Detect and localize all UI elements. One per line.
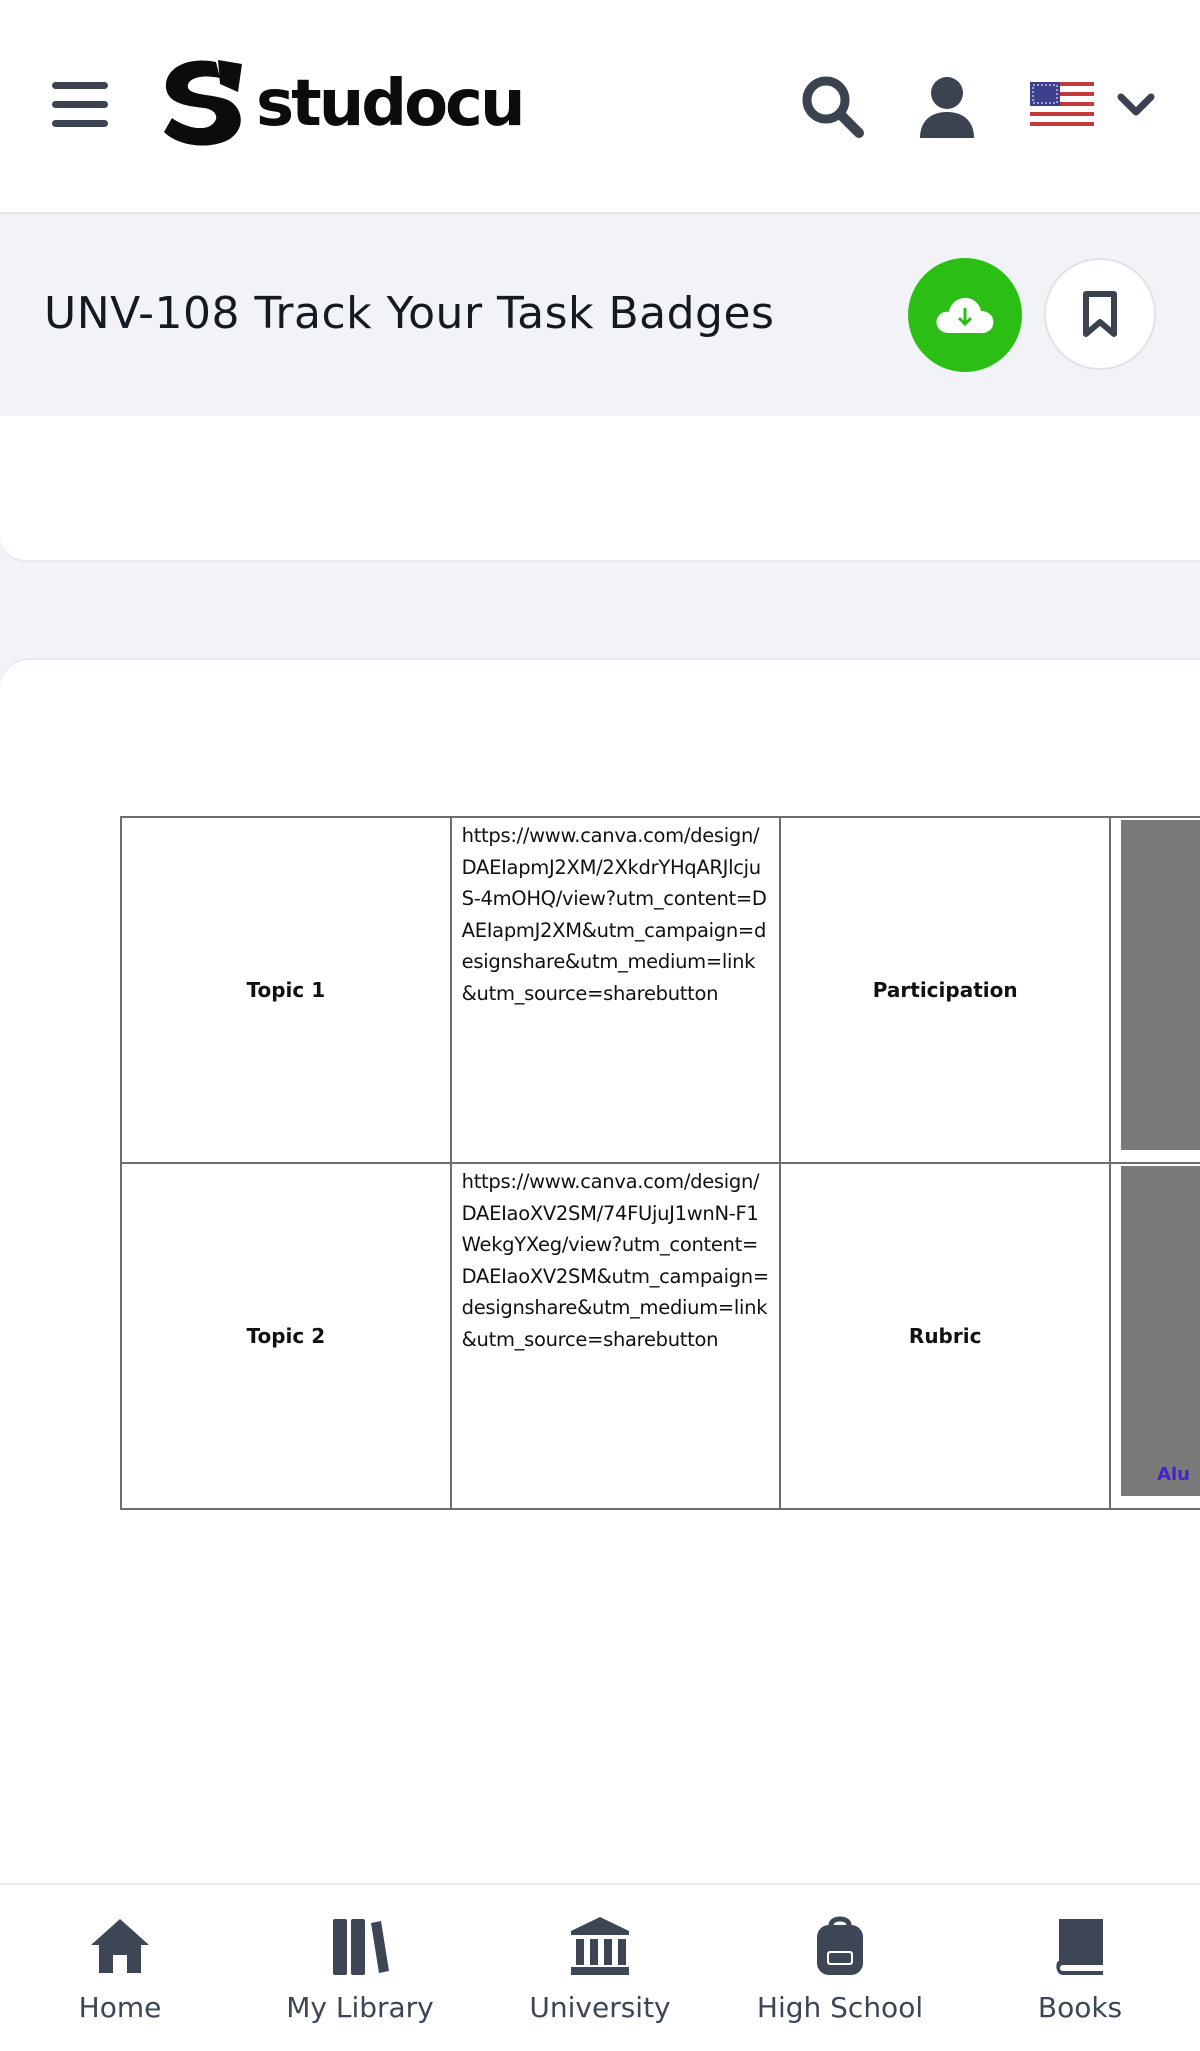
cloud-download-icon	[936, 297, 994, 333]
canva-link-cell[interactable]: https://www.canva.com/design/DAEIapmJ2XM…	[449, 816, 782, 1164]
user-icon[interactable]	[918, 76, 976, 138]
home-icon	[91, 1919, 149, 1973]
nav-home-label: Home	[78, 1991, 162, 2024]
document-title: UNV-108 Track Your Task Badges	[44, 288, 775, 339]
download-button[interactable]	[908, 258, 1022, 372]
badge-thumbnail: 3	[1121, 820, 1200, 1150]
nav-university[interactable]: University	[500, 1915, 700, 2024]
document-table: Topic 1 https://www.canva.com/design/DAE…	[120, 816, 1200, 1510]
canva-link-cell[interactable]: https://www.canva.com/design/DAEIaoXV2SM…	[449, 1162, 782, 1510]
studocu-logo-mark-icon	[164, 60, 242, 146]
table-row: Topic 1 https://www.canva.com/design/DAE…	[120, 816, 1200, 1164]
logo-text: studocu	[256, 67, 526, 141]
nav-my-library-label: My Library	[286, 1991, 434, 2024]
hamburger-menu-icon[interactable]	[52, 82, 108, 128]
bookmark-button[interactable]	[1044, 258, 1156, 370]
top-navigation-bar: studocu	[0, 0, 1200, 214]
nav-my-library[interactable]: My Library	[260, 1915, 460, 2024]
document-toolbar-panel	[0, 416, 1200, 562]
us-flag-icon[interactable]	[1030, 82, 1094, 130]
nav-books-label: Books	[1037, 1991, 1123, 2024]
badge-thumbnail-cell: 3	[1109, 816, 1200, 1164]
type-cell: Participation	[779, 816, 1112, 1164]
backpack-icon	[817, 1916, 863, 1975]
thumbnail-fragment-text: Alu	[1157, 1464, 1190, 1485]
nav-high-school-label: High School	[756, 1991, 924, 2024]
search-icon[interactable]	[800, 74, 864, 138]
type-cell: Rubric	[779, 1162, 1112, 1510]
library-icon	[333, 1919, 389, 1975]
nav-books[interactable]: Books	[980, 1915, 1180, 2024]
table-row: Topic 2 https://www.canva.com/design/DAE…	[120, 1162, 1200, 1510]
badge-thumbnail: Alu	[1121, 1166, 1200, 1496]
badge-thumbnail-cell: Alu	[1109, 1162, 1200, 1510]
nav-home[interactable]: Home	[20, 1915, 220, 2024]
book-icon	[1056, 1919, 1103, 1975]
topic-cell: Topic 1	[120, 816, 452, 1164]
nav-university-label: University	[529, 1991, 671, 2024]
studocu-logo[interactable]: studocu	[158, 58, 526, 150]
university-icon	[571, 1917, 629, 1975]
bookmark-icon	[1083, 291, 1117, 337]
topic-cell: Topic 2	[120, 1162, 452, 1510]
chevron-down-icon[interactable]	[1116, 92, 1156, 118]
document-viewer: Topic 1 https://www.canva.com/design/DAE…	[0, 658, 1200, 1883]
bottom-navigation: Home My Library University High School B…	[0, 1883, 1200, 2051]
nav-high-school[interactable]: High School	[740, 1915, 940, 2024]
